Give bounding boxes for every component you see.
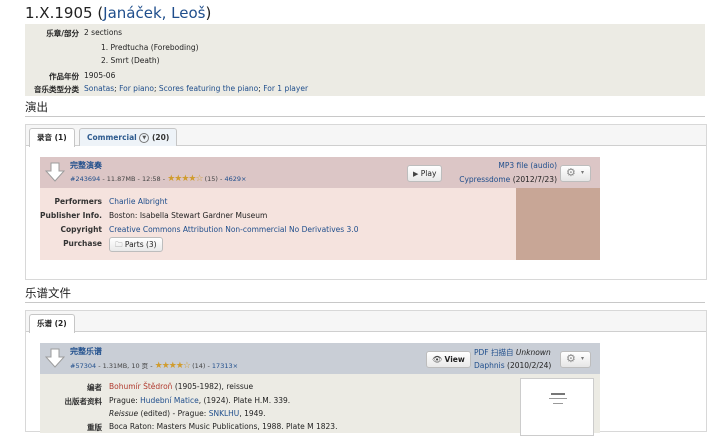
work-title: 1.X.1905 (Janáček, Leoš): [25, 4, 212, 22]
duration: 12:58: [141, 175, 161, 183]
reprint-label: 重版: [87, 423, 102, 432]
year-value: 1905-06: [84, 71, 116, 80]
category-link[interactable]: For piano: [119, 84, 154, 93]
category-link[interactable]: Scores featuring the piano: [159, 84, 258, 93]
scores-heading: 乐谱文件: [25, 285, 705, 303]
publisher-line-2: Reissue (edited) - Prague: SNKLHU, 1949.: [109, 409, 266, 418]
thumbnail-text-line: [551, 393, 565, 395]
tab-commercial-count: (20): [151, 133, 170, 142]
recording-title-link[interactable]: 完整演奏: [70, 160, 102, 171]
uploader-info: Daphnis (2010/2/24): [474, 361, 552, 370]
thumbnail-text-line: [549, 398, 567, 399]
rating-count: (14): [192, 362, 206, 370]
score-file-type: PDF 扫描自 Unknown: [474, 348, 551, 357]
movements-count: 2 sections: [84, 28, 123, 37]
publisher-label: Publisher Info.: [40, 211, 102, 220]
score-thumbnail[interactable]: [520, 378, 594, 436]
score-title-link[interactable]: 完整乐谱: [70, 346, 102, 357]
work-number: 1.X.1905: [25, 4, 93, 22]
recording-header: 完整演奏 #243694 - 11.87MB - 12:58 - ★★★★☆ (…: [40, 157, 600, 188]
editor-label: 编者: [87, 383, 102, 392]
recording-card: 完整演奏 #243694 - 11.87MB - 12:58 - ★★★★☆ (…: [40, 157, 600, 260]
down-circle-icon: ▼: [139, 133, 150, 143]
recording-details: Performers Charlie Albright Publisher In…: [40, 188, 600, 260]
tab-commercial-label: Commercial: [87, 133, 137, 142]
rating-stars-icon[interactable]: ★★★★☆: [167, 174, 203, 184]
download-count-link[interactable]: 4629×: [224, 175, 246, 183]
category-link[interactable]: Sonatas: [84, 84, 114, 93]
category-link[interactable]: For 1 player: [263, 84, 308, 93]
tab-recordings[interactable]: 录音 (1): [29, 128, 75, 147]
composer-link[interactable]: Janáček, Leoš: [103, 4, 205, 22]
performances-tabbar: 录音 (1) Commercial ▼ (20): [26, 125, 706, 147]
file-size: 11.87MB: [106, 175, 136, 183]
performances-panel: 录音 (1) Commercial ▼ (20) 完整演奏 #243694 - …: [25, 124, 707, 280]
uploader-link[interactable]: Cypressdome: [459, 175, 510, 184]
uploader-link[interactable]: Daphnis: [474, 361, 505, 370]
options-button[interactable]: ⚙ ▾: [560, 351, 591, 368]
play-label: Play: [420, 169, 437, 178]
editor-link[interactable]: Bohumír Štědroň: [109, 382, 172, 391]
page-count: 10 页: [131, 362, 149, 370]
score-details: 编者 Bohumír Štědroň (1905-1982), reissue …: [40, 374, 600, 436]
eye-icon: 👁: [432, 355, 443, 364]
gear-icon: ⚙: [566, 166, 576, 179]
thumbnail-text-line: [553, 403, 563, 404]
chevron-down-icon: ▾: [581, 355, 585, 362]
publisher-link[interactable]: SNKLHU: [209, 409, 240, 418]
view-button[interactable]: 👁 View: [426, 351, 471, 368]
publisher-value: Boston: Isabella Stewart Gardner Museum: [109, 211, 268, 220]
chevron-down-icon: ▾: [581, 169, 585, 176]
file-size: 1.31MB: [102, 362, 128, 370]
movement-item: 1. Predtucha (Foreboding): [101, 43, 199, 52]
score-header: 完整乐谱 #57304 - 1.31MB, 10 页 - ★★★★☆ (14) …: [40, 343, 600, 374]
view-label: View: [444, 355, 465, 364]
rating-stars-icon[interactable]: ★★★★☆: [155, 361, 191, 371]
performances-heading: 演出: [25, 99, 705, 117]
options-button[interactable]: ⚙ ▾: [560, 165, 591, 182]
purchase-label: Purchase: [63, 239, 102, 248]
gear-icon: ⚙: [566, 352, 576, 365]
play-button[interactable]: ▶ Play: [407, 165, 443, 182]
play-icon: ▶: [413, 170, 419, 178]
score-card: 完整乐谱 #57304 - 1.31MB, 10 页 - ★★★★☆ (14) …: [40, 343, 600, 436]
publisher-line-1: Prague: Hudební Matice, (1924). Plate H.…: [109, 396, 291, 405]
category-list: Sonatas; For piano; Scores featuring the…: [84, 84, 309, 93]
scores-tabbar: 乐谱 (2): [26, 311, 706, 333]
copyright-label: Copyright: [60, 225, 102, 234]
folder-icon: 🗀: [115, 240, 123, 249]
reprint-value: Boca Raton: Masters Music Publications, …: [109, 422, 338, 431]
recording-meta: #243694 - 11.87MB - 12:58 - ★★★★☆ (15) -…: [70, 174, 247, 184]
publisher-link[interactable]: Hudební Matice: [140, 396, 199, 405]
movement-item: 2. Smrt (Death): [101, 56, 160, 65]
file-type-link: MP3 file (audio): [498, 161, 557, 170]
download-count-link[interactable]: 17313×: [212, 362, 238, 370]
parts-button[interactable]: 🗀 Parts (3): [109, 237, 163, 252]
year-label: 作品年份: [49, 72, 79, 81]
category-label: 音乐类型分类: [34, 85, 79, 94]
score-id-link[interactable]: #57304: [70, 362, 96, 370]
recording-thumbnail: [516, 188, 600, 260]
recording-id-link[interactable]: #243694: [70, 175, 100, 183]
score-meta: #57304 - 1.31MB, 10 页 - ★★★★☆ (14) - 173…: [70, 361, 239, 371]
parts-label: Parts (3): [124, 240, 157, 249]
tab-scores[interactable]: 乐谱 (2): [29, 314, 75, 333]
editor-value: Bohumír Štědroň (1905-1982), reissue: [109, 382, 254, 391]
performers-label: Performers: [54, 197, 102, 206]
rating-count: (15): [204, 175, 218, 183]
performers-link[interactable]: Charlie Albright: [109, 197, 167, 206]
uploader-info: Cypressdome (2012/7/23): [459, 175, 557, 184]
movements-label: 乐章/部分: [46, 29, 79, 38]
general-info-box: 乐章/部分 2 sections 1. Predtucha (Forebodin…: [25, 24, 705, 96]
scores-panel: 乐谱 (2) 完整乐谱 #57304 - 1.31MB, 10 页 - ★★★★…: [25, 310, 707, 436]
copyright-link[interactable]: Creative Commons Attribution Non-commerc…: [109, 225, 358, 234]
tab-commercial[interactable]: Commercial ▼ (20): [79, 128, 178, 146]
publisher-label: 出版者资料: [64, 397, 103, 406]
download-arrow-icon[interactable]: [45, 348, 65, 368]
download-arrow-icon[interactable]: [45, 162, 65, 182]
